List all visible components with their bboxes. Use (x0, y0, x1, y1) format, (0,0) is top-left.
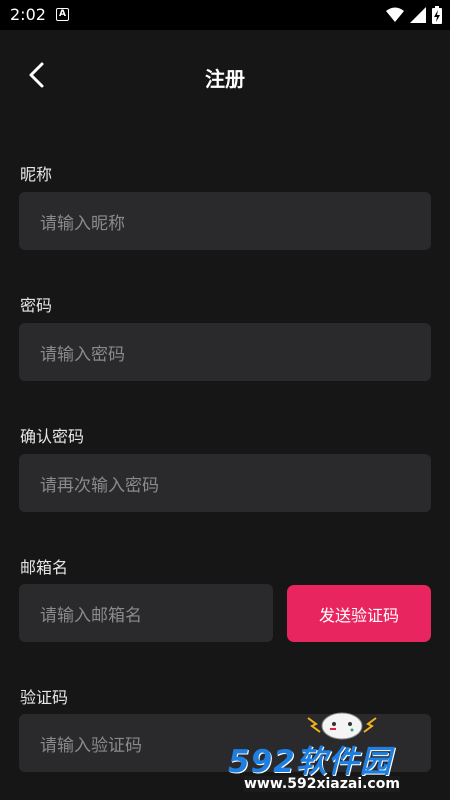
app-header: 注册 (0, 30, 450, 122)
status-time: 2:02 (10, 5, 46, 24)
nickname-input[interactable]: 请输入昵称 (19, 192, 431, 250)
signal-icon (410, 7, 426, 23)
confirm-password-placeholder: 请再次输入密码 (40, 475, 159, 496)
wifi-icon (386, 7, 404, 22)
email-placeholder: 请输入邮箱名 (40, 605, 142, 626)
status-icons (386, 6, 442, 24)
code-placeholder: 请输入验证码 (40, 735, 142, 756)
status-bar: 2:02 A (0, 0, 450, 30)
battery-charging-icon (432, 6, 442, 24)
confirm-password-input[interactable]: 请再次输入密码 (19, 454, 431, 512)
password-label: 密码 (20, 296, 53, 315)
email-input[interactable]: 请输入邮箱名 (19, 584, 273, 642)
send-code-button[interactable]: 发送验证码 (287, 585, 431, 642)
confirm-password-label: 确认密码 (20, 427, 85, 446)
watermark-brand: 592软件园 (228, 744, 392, 780)
code-label: 验证码 (20, 688, 69, 707)
notification-a-icon: A (56, 8, 69, 21)
email-label: 邮箱名 (20, 558, 69, 577)
watermark-url: www.592xiazai.com (244, 776, 400, 792)
nickname-label: 昵称 (20, 165, 53, 184)
password-input[interactable]: 请输入密码 (19, 323, 431, 381)
nickname-placeholder: 请输入昵称 (40, 213, 125, 234)
password-placeholder: 请输入密码 (40, 344, 125, 365)
watermark: 592软件园 www.592xiazai.com (224, 708, 450, 800)
page-title: 注册 (205, 67, 245, 91)
